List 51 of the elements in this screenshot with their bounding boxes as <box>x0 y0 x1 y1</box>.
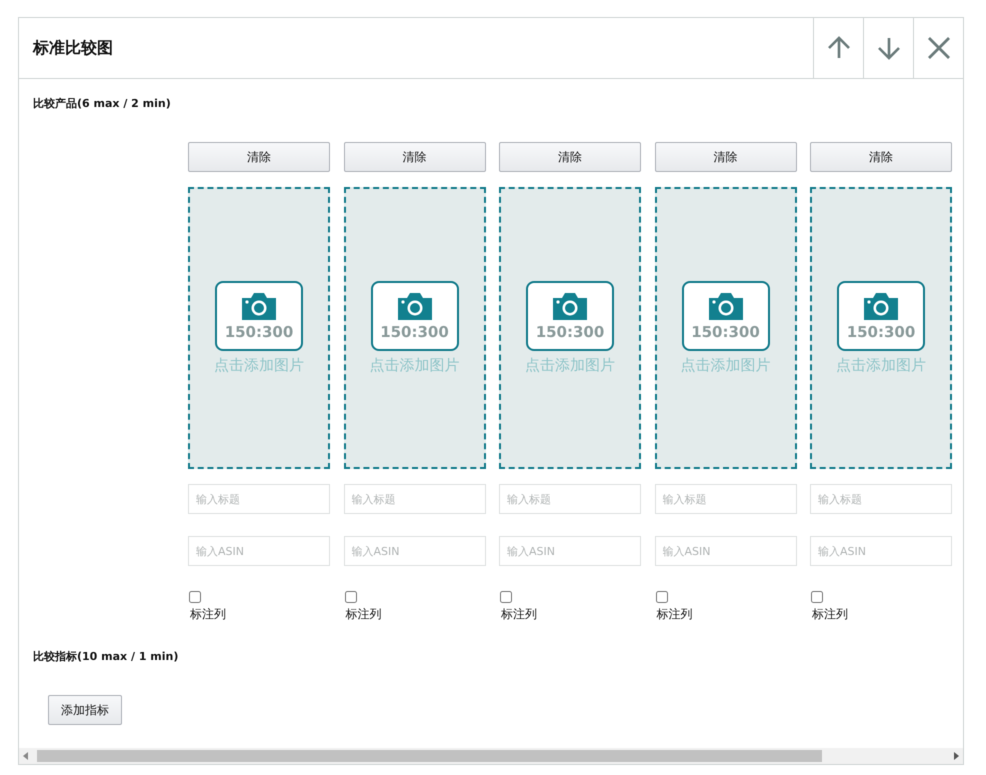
image-ratio-badge: 150:300 <box>215 281 303 351</box>
checkbox-label: 标注列 <box>189 606 227 623</box>
highlight-checkbox[interactable] <box>811 591 823 603</box>
checkbox-label: 标注列 <box>656 606 694 623</box>
camera-icon <box>396 291 434 321</box>
close-icon <box>926 36 950 60</box>
image-ratio-badge: 150:300 <box>837 281 925 351</box>
highlight-checkbox[interactable] <box>344 591 356 603</box>
asin-field[interactable]: 输入ASIN <box>810 536 952 566</box>
highlight-checkbox[interactable] <box>189 591 201 603</box>
horizontal-scrollbar[interactable] <box>19 748 963 764</box>
clear-button[interactable]: 清除 <box>499 142 641 172</box>
camera-icon <box>706 291 744 321</box>
section-label: 比较产品(6 max / 2 min) <box>33 96 172 111</box>
title-field[interactable]: 输入标题 <box>499 484 641 514</box>
camera-icon <box>551 291 589 321</box>
title-field[interactable]: 输入标题 <box>344 484 486 514</box>
image-hint: 点击添加图片 <box>525 356 615 375</box>
camera-icon <box>862 291 900 321</box>
scroll-left-icon[interactable] <box>23 752 29 760</box>
up-arrow-icon <box>826 35 852 61</box>
section-label: 比较指标(10 max / 1 min) <box>33 649 180 664</box>
scroll-right-icon[interactable] <box>953 752 959 760</box>
image-ratio-badge: 150:300 <box>526 281 614 351</box>
asin-field[interactable]: 输入ASIN <box>499 536 641 566</box>
checkbox-label: 标注列 <box>500 606 538 623</box>
camera-icon <box>240 291 278 321</box>
clear-button[interactable]: 清除 <box>344 142 486 172</box>
asin-field[interactable]: 输入ASIN <box>344 536 486 566</box>
highlight-checkbox[interactable] <box>500 591 512 603</box>
title-field[interactable]: 输入标题 <box>810 484 952 514</box>
clear-button[interactable]: 清除 <box>188 142 330 172</box>
highlight-checkbox[interactable] <box>656 591 668 603</box>
module-title: 标准比较图 <box>32 38 114 58</box>
image-hint: 点击添加图片 <box>680 356 770 375</box>
image-hint: 点击添加图片 <box>836 356 926 375</box>
image-hint: 点击添加图片 <box>370 356 460 375</box>
image-ratio-badge: 150:300 <box>682 281 770 351</box>
title-field[interactable]: 输入标题 <box>188 484 330 514</box>
asin-field[interactable]: 输入ASIN <box>188 536 330 566</box>
down-arrow-icon <box>876 35 902 61</box>
image-ratio-badge: 150:300 <box>370 281 458 351</box>
checkbox-label: 标注列 <box>811 606 849 623</box>
image-hint: 点击添加图片 <box>214 356 304 375</box>
checkbox-label: 标注列 <box>344 606 382 623</box>
clear-button[interactable]: 清除 <box>810 142 952 172</box>
clear-button[interactable]: 清除 <box>654 142 796 172</box>
add-metric-button[interactable]: 添加指标 <box>48 695 122 725</box>
scrollbar-thumb[interactable] <box>37 750 822 762</box>
title-field[interactable]: 输入标题 <box>654 484 796 514</box>
asin-field[interactable]: 输入ASIN <box>654 536 796 566</box>
